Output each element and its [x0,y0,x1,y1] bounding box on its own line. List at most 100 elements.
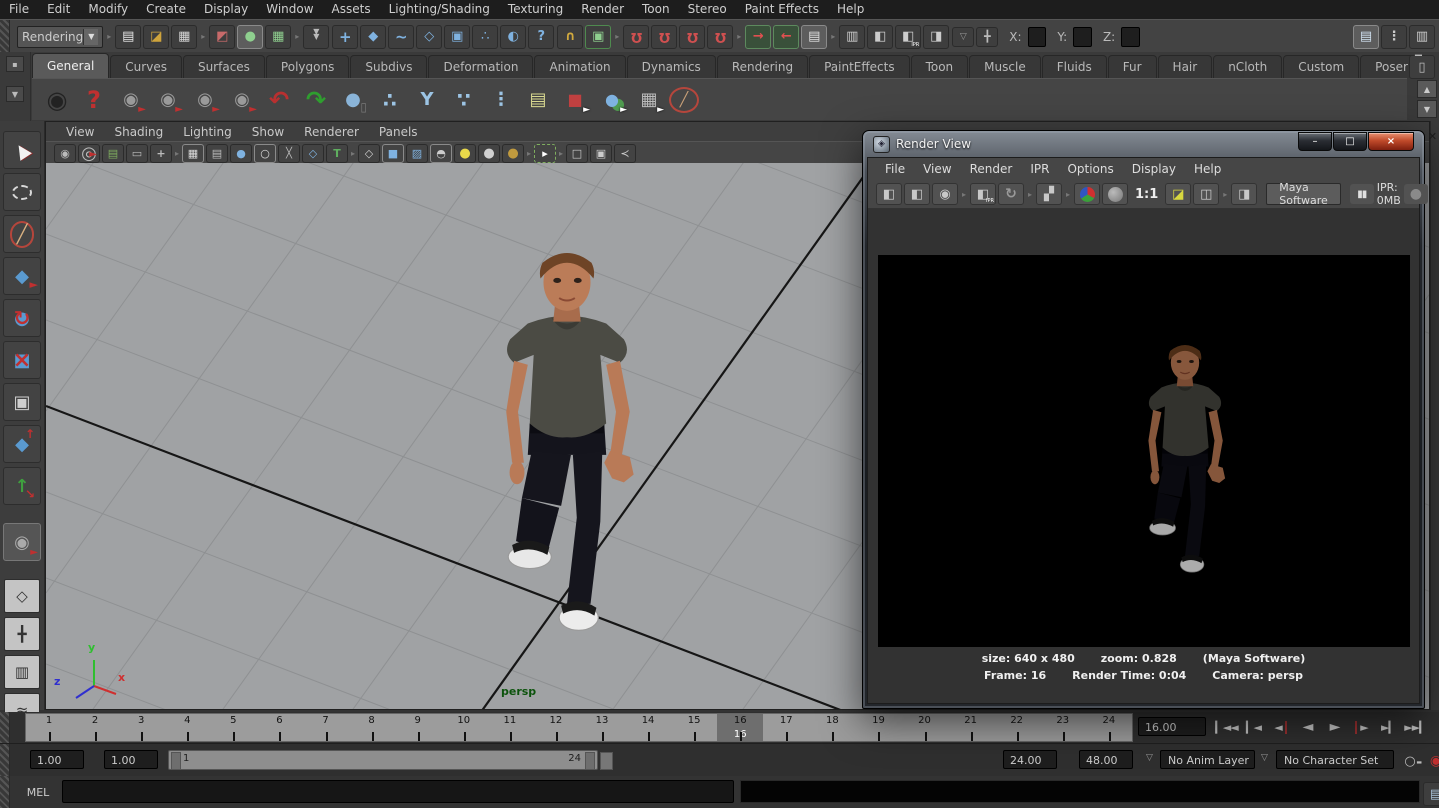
viewport-menu-panels[interactable]: Panels [369,125,428,139]
smooth-shade-icon[interactable] [382,144,404,163]
character-model[interactable] [469,243,665,655]
x-coordinate-field[interactable] [1028,27,1047,47]
separator[interactable] [200,25,206,49]
isolate-select-icon[interactable] [534,144,556,163]
mask-dynamics-icon[interactable] [472,25,498,49]
timeline-frame-7[interactable]: 7 [302,714,348,741]
timeline-frame-21[interactable]: 21 [948,714,994,741]
shelf-tab-surfaces[interactable]: Surfaces [183,55,265,78]
shelf-tab-painteffects[interactable]: PaintEffects [809,55,909,78]
separator[interactable] [294,25,300,49]
bookmarks-icon[interactable] [102,144,124,163]
fwd-key-icon[interactable] [1376,715,1401,739]
scale-tool-icon[interactable] [3,341,41,379]
universal-manip-icon[interactable] [3,383,41,421]
shelf-tab-subdivs[interactable]: Subdivs [350,55,427,78]
viewport-menu-show[interactable]: Show [242,125,294,139]
shelf-trash-icon[interactable] [1409,55,1435,79]
range-end-handle[interactable] [585,752,595,770]
menu-file[interactable]: File [0,2,38,16]
menu-set-dropdown[interactable]: Rendering ▼ [17,26,103,48]
keep-image-icon[interactable] [1193,183,1219,205]
manip-dropdown-icon[interactable] [952,27,974,47]
soft-mod-icon[interactable] [3,425,41,463]
attribute-editor-icon[interactable] [1353,25,1379,49]
textured-icon[interactable] [406,144,428,163]
shelf-tab-polygons[interactable]: Polygons [266,55,349,78]
shelf-tab-hair[interactable]: Hair [1158,55,1213,78]
ipr-render-icon[interactable] [895,25,921,49]
camera-dolly-icon[interactable] [225,83,259,117]
select-sphere-cube-icon[interactable] [595,83,629,117]
shelf-tab-general[interactable]: General [32,53,109,78]
safe-title-icon[interactable] [326,144,348,163]
menu-paint-effects[interactable]: Paint Effects [736,2,828,16]
viewport-menu-view[interactable]: View [56,125,104,139]
timeline-frame-5[interactable]: 5 [210,714,256,741]
lattice-dots-icon[interactable] [484,83,518,117]
timeline-frame-23[interactable]: 23 [1040,714,1086,741]
ipr-button-icon[interactable] [970,183,996,205]
command-line-grip[interactable] [0,776,10,808]
paint-brush-icon[interactable] [669,87,699,113]
timeline-frame-12[interactable]: 12 [533,714,579,741]
z-coordinate-field[interactable] [1121,27,1140,47]
mask-surfaces-icon[interactable] [416,25,442,49]
snap-grid-icon[interactable] [623,25,649,49]
mask-handles-icon[interactable] [360,25,386,49]
render-view-menu-render[interactable]: Render [961,162,1022,176]
go-end-icon[interactable] [1403,715,1428,739]
camera-pivot-icon[interactable] [151,83,185,117]
outliner-pane-icon[interactable] [4,655,40,689]
character-set-dropdown-icon[interactable]: ▽ [1261,753,1268,763]
menu-help[interactable]: Help [828,2,873,16]
new-scene-icon[interactable] [115,25,141,49]
select-blocks-icon[interactable] [632,83,666,117]
wireframe-icon[interactable] [358,144,380,163]
time-slider-grip[interactable] [0,712,10,743]
timeline-frame-13[interactable]: 13 [579,714,625,741]
maximize-button[interactable]: □ [1333,132,1367,151]
script-editor-icon[interactable] [1423,782,1439,806]
range-start-handle[interactable] [171,752,181,770]
channel-box-icon[interactable] [1409,25,1435,49]
gate-mask-icon[interactable] [254,144,276,163]
lock-selection-icon[interactable] [557,25,583,49]
shelf-tab-curves[interactable]: Curves [110,55,182,78]
back-frame-icon[interactable] [1268,715,1293,739]
show-manip-icon[interactable] [3,467,41,505]
shelf-tab-fur[interactable]: Fur [1108,55,1157,78]
anim-key-icon[interactable] [1398,750,1422,772]
rendered-image[interactable] [878,255,1410,647]
render-view-titlebar[interactable]: Render View – □ × [863,131,1424,157]
mask-all-icon[interactable] [332,25,358,49]
render-view-menu-view[interactable]: View [914,162,960,176]
timeline-frame-9[interactable]: 9 [395,714,441,741]
play-back-icon[interactable] [1295,715,1320,739]
timeline-frame-17[interactable]: 17 [763,714,809,741]
current-time-field[interactable]: 16.00 [1138,717,1206,736]
character-set-combo[interactable]: No Character Set [1276,750,1394,769]
rv-settings-icon[interactable] [1231,183,1257,205]
double-arrow-icon[interactable] [303,25,329,49]
render-view-menu-file[interactable]: File [876,162,914,176]
play-fwd-icon[interactable] [1322,715,1347,739]
menu-render[interactable]: Render [572,2,633,16]
anim-layer-combo[interactable]: No Anim Layer [1160,750,1255,769]
render-frame-icon[interactable] [867,25,893,49]
camera-orbit-icon[interactable] [114,83,148,117]
separator[interactable] [736,25,742,49]
mask-curves-icon[interactable] [388,25,414,49]
timeline-frame-1[interactable]: 1 [26,714,72,741]
go-start-icon[interactable] [1214,715,1239,739]
select-object-icon[interactable] [237,25,263,49]
timeline-frame-2[interactable]: 2 [72,714,118,741]
menu-texturing[interactable]: Texturing [499,2,572,16]
shelf-tab-toggle-icon[interactable]: ▪ [6,56,24,72]
select-tool-icon[interactable] [3,131,41,169]
timeline-frame-18[interactable]: 18 [809,714,855,741]
single-pane-icon[interactable] [4,579,40,613]
timeline-frame-20[interactable]: 20 [901,714,947,741]
camera-attrs-icon[interactable] [78,144,100,163]
menu-window[interactable]: Window [257,2,322,16]
